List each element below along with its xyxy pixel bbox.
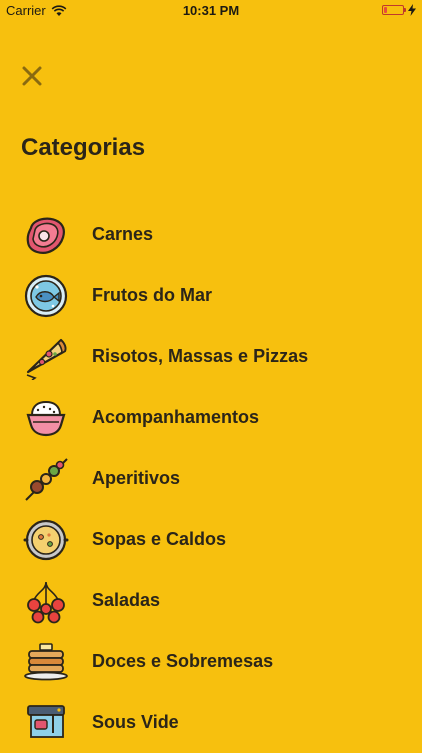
category-item-risotos-massas-pizzas[interactable]: Risotos, Massas e Pizzas [0,326,422,387]
category-label: Saladas [92,590,161,610]
close-icon [22,66,42,86]
tomatoes-icon [27,581,65,624]
rice-bowl-icon [26,400,66,437]
category-item-aperitivos[interactable]: Aperitivos [0,448,422,509]
category-label: Doces e Sobremesas [92,651,274,671]
category-item-saladas[interactable]: Saladas [0,570,422,631]
charging-bolt-icon [408,4,416,16]
category-label: Risotos, Massas e Pizzas [92,346,309,366]
category-label: Aperitivos [92,468,181,488]
category-item-acompanhamentos[interactable]: Acompanhamentos [0,387,422,448]
status-time: 10:31 PM [182,3,240,18]
battery-level [384,7,387,13]
pancakes-icon [24,643,68,681]
page-title: Categorias [21,134,146,161]
fish-plate-icon [24,274,68,318]
category-item-sous-vide[interactable]: Sous Vide [0,692,422,753]
category-label: Acompanhamentos [92,407,260,427]
category-item-sopas-caldos[interactable]: Sopas e Caldos [0,509,422,570]
battery-icon [382,5,406,15]
close-button[interactable] [18,62,46,90]
pizza-slice-icon [26,338,67,380]
status-right [382,4,416,16]
soup-pot-icon [23,519,69,561]
category-label: Carnes [92,224,154,244]
skewer-icon [25,458,68,501]
category-label: Frutos do Mar [92,285,212,305]
status-bar: Carrier 10:31 PM [0,0,422,22]
category-item-frutos-do-mar[interactable]: Frutos do Mar [0,265,422,326]
sous-vide-icon [27,705,65,738]
category-label: Sopas e Caldos [92,529,227,549]
steak-icon [26,217,65,254]
category-item-carnes[interactable]: Carnes [0,204,422,265]
category-list: Carnes Frutos do Mar Risotos, Massas e P… [0,204,422,753]
category-label: Sous Vide [92,712,179,732]
category-item-doces-sobremesas[interactable]: Doces e Sobremesas [0,631,422,692]
